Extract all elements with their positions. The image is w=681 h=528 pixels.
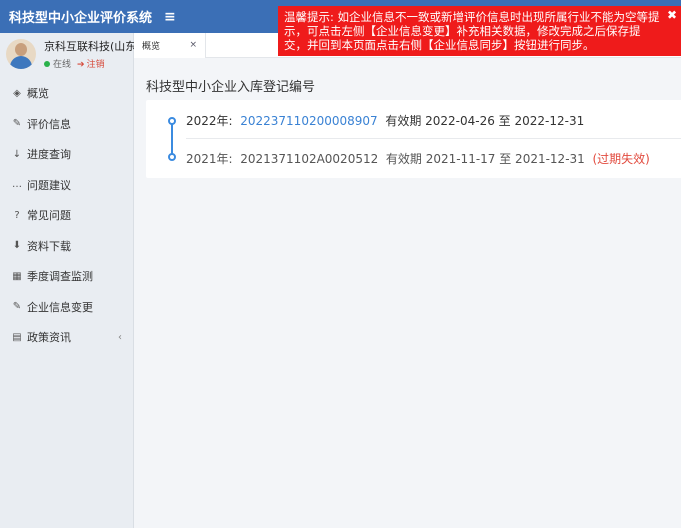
sidebar-item-label: 季度调查监测 xyxy=(27,270,93,284)
close-icon[interactable]: ✖ xyxy=(667,8,677,22)
divider xyxy=(186,138,681,139)
download-icon: ⬇ xyxy=(12,240,22,252)
sidebar-item-progress-query[interactable]: ↓ 进度查询 xyxy=(0,139,134,170)
avatar xyxy=(6,39,36,69)
tab-overview[interactable]: 概览 × xyxy=(134,33,206,58)
edit-icon: ✎ xyxy=(12,118,22,130)
chevron-left-icon: ‹ xyxy=(118,331,122,343)
timeline-line xyxy=(171,121,173,157)
online-status-icon xyxy=(44,60,50,67)
sidebar-item-policy-news[interactable]: ▤ 政策资讯 ‹ xyxy=(0,322,134,353)
sidebar-item-overview[interactable]: ◈ 概览 xyxy=(0,78,134,109)
timeline-dot xyxy=(168,117,176,125)
sidebar-item-label: 企业信息变更 xyxy=(27,300,93,314)
alert-text: 温馨提示: 如企业信息不一致或新增评价信息时出现所属行业不能为空等提示，可点击左… xyxy=(284,10,660,52)
user-panel: 京科互联科技(山东)有 在线 ➔注销 xyxy=(0,33,134,75)
grid-icon: ▦ xyxy=(12,270,22,282)
list-item: 2022年: 202237110200008907 有效期 2022-04-26… xyxy=(186,112,584,129)
layers-icon: ◈ xyxy=(13,87,21,99)
sidebar: 京科互联科技(山东)有 在线 ➔注销 ◈ 概览 ✎ 评价信息 ↓ 进度查询 … … xyxy=(0,0,134,528)
timeline-dot xyxy=(168,153,176,161)
sidebar-item-label: 资料下载 xyxy=(27,239,71,253)
validity-period: 有效期 2022-04-26 至 2022-12-31 xyxy=(385,114,585,128)
warning-alert: 温馨提示: 如企业信息不一致或新增评价信息时出现所属行业不能为空等提示，可点击左… xyxy=(278,6,681,56)
sidebar-item-faq[interactable]: ? 常见问题 xyxy=(0,200,134,231)
logout-link[interactable]: ➔ 注销 xyxy=(77,57,105,70)
sidebar-item-label: 评价信息 xyxy=(27,117,71,131)
sidebar-item-label: 进度查询 xyxy=(27,148,71,162)
validity-period: 有效期 2021-11-17 至 2021-12-31 xyxy=(385,152,585,166)
registration-code-link[interactable]: 202237110200008907 xyxy=(240,114,377,128)
sidebar-item-suggestions[interactable]: … 问题建议 xyxy=(0,170,134,201)
question-icon: ? xyxy=(14,209,20,221)
app-title: 科技型中小企业评价系统 xyxy=(9,11,153,26)
main-content: 科技型中小企业入库登记编号 2022年: 202237110200008907 … xyxy=(134,58,681,528)
sidebar-item-quarterly-survey[interactable]: ▦ 季度调查监测 xyxy=(0,261,134,292)
close-icon[interactable]: × xyxy=(189,40,197,50)
registration-code: 2021371102A0020512 xyxy=(240,152,379,166)
sidebar-item-label: 概览 xyxy=(27,87,49,101)
menu-toggle-icon[interactable]: ≡ xyxy=(164,9,176,25)
sidebar-item-label: 问题建议 xyxy=(27,178,71,192)
list-item: 2021年: 2021371102A0020512 有效期 2021-11-17… xyxy=(186,150,650,167)
newspaper-icon: ▤ xyxy=(12,331,22,343)
logout-icon: ➔ xyxy=(77,60,85,70)
user-name: 京科互联科技(山东)有 xyxy=(44,40,134,53)
tab-label: 概览 xyxy=(142,42,161,52)
sidebar-item-downloads[interactable]: ⬇ 资料下载 xyxy=(0,231,134,262)
edit-icon: ✎ xyxy=(12,301,22,313)
sidebar-item-evaluation-info[interactable]: ✎ 评价信息 xyxy=(0,109,134,140)
record-year: 2022年: xyxy=(186,114,233,128)
online-status-label: 在线 xyxy=(53,60,72,70)
sort-icon: ↓ xyxy=(12,148,22,160)
sidebar-item-company-info-change[interactable]: ✎ 企业信息变更 xyxy=(0,292,134,323)
sidebar-nav: ◈ 概览 ✎ 评价信息 ↓ 进度查询 … 问题建议 ? 常见问题 ⬇ 资料下载 … xyxy=(0,78,134,353)
record-year: 2021年: xyxy=(186,152,233,166)
chat-icon: … xyxy=(12,179,22,191)
sidebar-item-label: 常见问题 xyxy=(27,209,71,223)
page-title: 科技型中小企业入库登记编号 xyxy=(146,80,316,95)
expired-badge: (过期失效) xyxy=(592,152,650,166)
registration-card: 2022年: 202237110200008907 有效期 2022-04-26… xyxy=(146,100,681,178)
sidebar-item-label: 政策资讯 xyxy=(27,331,71,345)
